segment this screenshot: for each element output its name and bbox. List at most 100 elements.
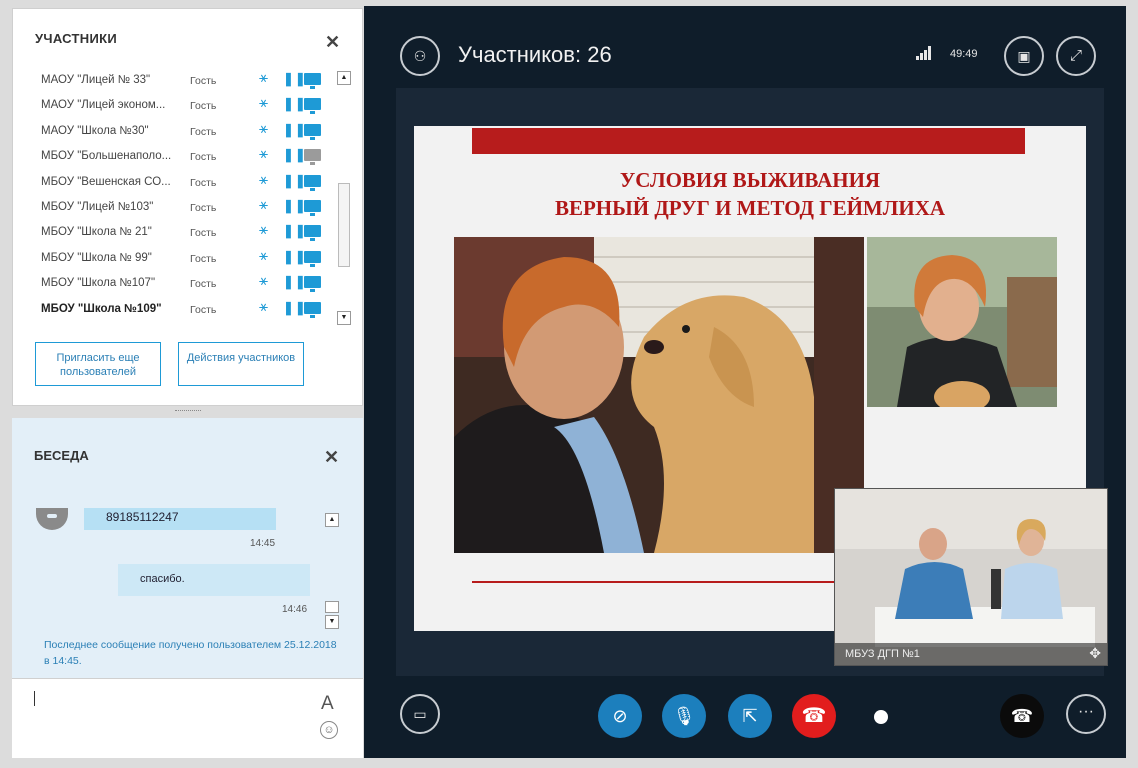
- chat-input[interactable]: A ☺: [12, 678, 363, 758]
- screen-icon[interactable]: [304, 174, 321, 191]
- self-video-preview[interactable]: МБУЗ ДГП №1 ✥: [834, 488, 1108, 666]
- participant-name: МБОУ "Вешенская СО...: [41, 175, 171, 188]
- chat-message: 89185112247: [84, 508, 276, 530]
- screen-icon[interactable]: [304, 225, 321, 242]
- mic-icon[interactable]: ⚹: [259, 273, 268, 289]
- close-participants-icon[interactable]: ✕: [325, 33, 340, 51]
- participant-row[interactable]: МБОУ "Школа №107" Гость ⚹ ❚❚: [41, 272, 331, 706]
- screen-icon[interactable]: [304, 73, 321, 89]
- avatar: [36, 508, 68, 530]
- video-feed: [835, 489, 1107, 665]
- scroll-down-icon[interactable]: ▼: [337, 311, 351, 325]
- screen-icon[interactable]: [304, 199, 321, 216]
- message-timestamp: 14:45: [250, 538, 276, 549]
- mic-icon[interactable]: ⚹: [259, 298, 268, 315]
- participant-actions-button[interactable]: Действия участников: [178, 342, 304, 386]
- scroll-down-icon[interactable]: ▼: [325, 615, 339, 629]
- participant-role: Гость: [190, 278, 217, 291]
- mic-icon[interactable]: ⚹: [259, 120, 268, 137]
- last-message-notice: Последнее сообщение получено пользовател…: [44, 639, 337, 667]
- mic-icon[interactable]: ⚹: [259, 222, 268, 238]
- scroll-up-icon[interactable]: ▲: [325, 513, 339, 527]
- participant-name: МАОУ "Лицей № 33": [41, 74, 151, 86]
- participant-name: МБОУ "Большенаполо...: [41, 150, 172, 163]
- mic-icon[interactable]: ⚹: [259, 247, 268, 264]
- participant-role: Гость: [190, 201, 217, 214]
- participant-row[interactable]: МБОУ "Большенаполо... Гость ⚹ ❚❚: [41, 145, 331, 579]
- emoticon-icon[interactable]: ☺: [320, 721, 338, 739]
- screen-icon[interactable]: [304, 123, 321, 140]
- move-icon[interactable]: ✥: [1089, 645, 1101, 662]
- mic-icon[interactable]: ⚹: [259, 171, 268, 188]
- scroll-thumb[interactable]: [325, 601, 339, 613]
- participant-name: МАОУ "Лицей эконом...: [41, 99, 166, 112]
- participant-role: Гость: [190, 303, 217, 316]
- font-icon[interactable]: A: [321, 693, 334, 715]
- slide-title-line2: ВЕРНЫЙ ДРУГ И МЕТОД ГЕЙМЛИХА: [554, 196, 946, 220]
- screen-icon[interactable]: [304, 276, 321, 293]
- fullscreen-icon[interactable]: ⤢: [1056, 36, 1096, 76]
- layout-icon[interactable]: ▣: [1004, 36, 1044, 76]
- message-timestamp: 14:46: [282, 604, 308, 615]
- scroll-thumb[interactable]: [338, 183, 350, 267]
- participants-panel: УЧАСТНИКИ ✕ МАОУ "Лицей № 33" Гость ⚹ ❚❚ МАО…: [12, 8, 363, 731]
- screen-icon[interactable]: [304, 149, 321, 166]
- video-participant-label: МБУЗ ДГП №1: [835, 643, 1107, 665]
- participant-name: МБОУ "Школа № 99": [41, 251, 152, 264]
- close-chat-icon[interactable]: ✕: [324, 448, 339, 466]
- meeting-stage: ⚇ Участников: 26 49:49 ▣ ⤢ УСЛОВИЯ ВЫЖИВ…: [364, 6, 1126, 758]
- screen-icon[interactable]: [304, 98, 321, 115]
- participants-count: Участников: 26: [458, 42, 612, 67]
- slide-photo-woman-dog: [454, 237, 864, 553]
- participant-role: Гость: [190, 125, 217, 138]
- slide-photo-woman-sitting: [867, 237, 1057, 407]
- participant-row[interactable]: МБОУ "Школа №109" Гость ⚹ ❚❚: [41, 298, 331, 731]
- screen-icon[interactable]: [304, 250, 321, 267]
- mic-icon[interactable]: ⚹: [259, 70, 268, 86]
- participant-name: МБОУ "Лицей №103": [41, 200, 154, 213]
- participant-role: Гость: [190, 227, 217, 240]
- more-options-icon[interactable]: ···: [1066, 694, 1106, 734]
- participant-row[interactable]: МАОУ "Лицей № 33" Гость ⚹ ❚❚: [41, 69, 331, 502]
- text-caret: [34, 691, 35, 706]
- call-controls-icon[interactable]: ☎: [1000, 694, 1044, 738]
- chat-icon[interactable]: ▭: [400, 694, 440, 734]
- participant-name: МБОУ "Школа №107": [41, 277, 156, 290]
- mic-icon[interactable]: ⚹: [259, 146, 268, 162]
- participant-role: Гость: [190, 176, 217, 189]
- panel-resize-grip[interactable]: [175, 410, 201, 414]
- meeting-timer: 49:49: [950, 48, 978, 60]
- participant-row[interactable]: МБОУ "Школа № 99" Гость ⚹ ❚❚: [41, 247, 331, 680]
- participant-row[interactable]: МБОУ "Вешенская СО... Гость ⚹ ❚❚: [41, 171, 331, 604]
- chat-panel: БЕСЕДА ✕ 89185112247 14:45 спасибо. 14:4…: [12, 418, 363, 758]
- participant-row[interactable]: МАОУ "Лицей эконом... Гость ⚹ ❚❚: [41, 94, 331, 528]
- mic-muted-icon[interactable]: 🎙: [662, 694, 706, 738]
- invite-users-button[interactable]: Пригласить еще пользователей: [35, 342, 161, 386]
- participant-role: Гость: [190, 252, 217, 265]
- record-indicator-icon[interactable]: [874, 710, 888, 724]
- participant-role: Гость: [190, 151, 217, 164]
- scroll-up-icon[interactable]: ▲: [337, 71, 351, 85]
- participant-row[interactable]: МАОУ "Школа №30" Гость ⚹ ❚❚: [41, 120, 331, 553]
- participants-scrollbar[interactable]: ▲ ▼: [337, 71, 351, 325]
- participant-name: МБОУ "Школа № 21": [41, 226, 152, 239]
- participants-list: МАОУ "Лицей № 33" Гость ⚹ ❚❚ МАОУ "Лицей эко…: [41, 69, 331, 731]
- mic-icon[interactable]: ⚹: [259, 95, 268, 111]
- slide-title-line1: УСЛОВИЯ ВЫЖИВАНИЯ: [619, 168, 881, 192]
- participant-row[interactable]: МБОУ "Школа № 21" Гость ⚹ ❚❚: [41, 221, 331, 655]
- chat-title: БЕСЕДА: [34, 448, 89, 463]
- end-call-icon[interactable]: ☎: [792, 694, 836, 738]
- participants-title: УЧАСТНИКИ: [35, 31, 118, 46]
- share-screen-icon[interactable]: ⇱: [728, 694, 772, 738]
- participant-name: МАОУ "Школа №30": [41, 124, 149, 137]
- chat-scrollbar[interactable]: ▲ ▼: [325, 513, 339, 629]
- participant-role: Гость: [190, 75, 217, 87]
- video-off-icon[interactable]: ⊘: [598, 694, 642, 738]
- screen-icon[interactable]: [304, 301, 321, 318]
- participant-role: Гость: [190, 100, 217, 113]
- mic-icon[interactable]: ⚹: [259, 196, 268, 213]
- chat-message: спасибо.: [118, 564, 310, 596]
- participant-name: МБОУ "Школа №109": [41, 302, 162, 315]
- participants-icon[interactable]: ⚇: [400, 36, 440, 76]
- participant-row[interactable]: МБОУ "Лицей №103" Гость ⚹ ❚❚: [41, 196, 331, 629]
